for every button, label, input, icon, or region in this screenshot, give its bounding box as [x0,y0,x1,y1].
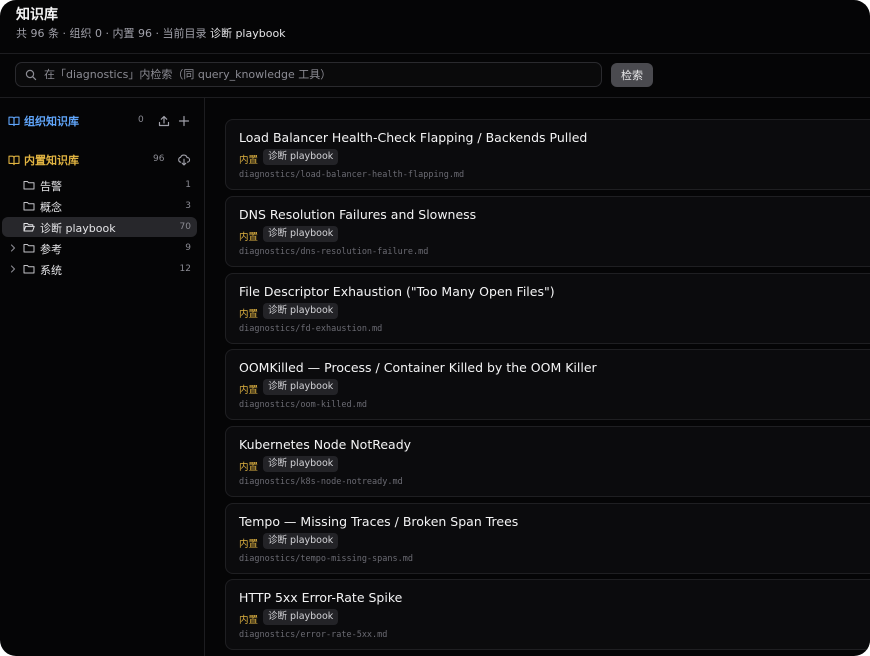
category-tag: 诊断 playbook [263,226,339,242]
folder-item-alerts[interactable]: 告警 1 [2,175,197,195]
document-card[interactable]: DNS Resolution Failures and Slowness 内置 … [225,196,870,267]
document-card[interactable]: Tempo — Missing Traces / Broken Span Tre… [225,503,870,574]
document-path: diagnostics/fd-exhaustion.md [239,324,383,334]
folder-icon [23,202,35,211]
book-icon [8,155,20,166]
document-title: Tempo — Missing Traces / Broken Span Tre… [239,514,519,529]
builtin-label: 内置 [239,155,259,166]
builtin-label: 内置 [239,462,259,473]
document-path: diagnostics/load-balancer-health-flappin… [239,170,465,180]
folder-open-icon [23,223,35,232]
upload-icon[interactable] [157,114,171,128]
stats-text: 共 96 条 · 组织 0 · 内置 96 · 当前目录 [16,27,207,40]
sidebar: 组织知识库 0 内置知识库 96 告警 1 概念 3 诊断 playbook 7… [0,98,205,656]
category-tag: 诊断 playbook [263,609,339,625]
document-title: HTTP 5xx Error-Rate Spike [239,590,403,605]
document-title: DNS Resolution Failures and Slowness [239,207,477,222]
document-path: diagnostics/oom-killed.md [239,400,367,410]
folder-name: 参考 [40,243,62,256]
page-subtitle: 共 96 条 · 组织 0 · 内置 96 · 当前目录 诊断 playbook [16,25,286,41]
folder-count: 9 [185,243,191,253]
document-card[interactable]: File Descriptor Exhaustion ("Too Many Op… [225,273,870,344]
category-tag: 诊断 playbook [263,379,339,395]
folder-name: 系统 [40,264,62,277]
org-kb-section[interactable]: 组织知识库 0 [0,110,204,132]
folder-item-reference[interactable]: 参考 9 [2,238,197,258]
folder-icon [23,265,35,274]
builtin-kb-count: 96 [153,154,165,164]
page-header: 知识库 共 96 条 · 组织 0 · 内置 96 · 当前目录 诊断 play… [0,0,870,54]
folder-count: 1 [185,180,191,190]
category-tag: 诊断 playbook [263,303,339,319]
chevron-right-icon[interactable] [8,243,18,253]
search-icon [25,69,37,81]
document-path: diagnostics/dns-resolution-failure.md [239,247,429,257]
search-input[interactable] [44,63,596,86]
folder-icon [23,244,35,253]
document-card[interactable]: OOMKilled — Process / Container Killed b… [225,349,870,420]
folder-name: 诊断 playbook [40,222,116,235]
category-tag: 诊断 playbook [263,533,339,549]
org-kb-count: 0 [138,115,144,125]
org-kb-label: 组织知识库 [24,115,79,128]
document-title: File Descriptor Exhaustion ("Too Many Op… [239,284,555,299]
book-icon [8,116,20,127]
folder-item-diagnostics[interactable]: 诊断 playbook 70 [2,217,197,237]
folder-name: 概念 [40,201,62,214]
folder-icon [23,181,35,190]
builtin-label: 内置 [239,232,259,243]
current-dir: 诊断 playbook [209,27,286,40]
builtin-kb-section[interactable]: 内置知识库 96 [0,149,204,171]
folder-count: 3 [185,201,191,211]
builtin-label: 内置 [239,385,259,396]
document-path: diagnostics/k8s-node-notready.md [239,477,403,487]
builtin-label: 内置 [239,309,259,320]
chevron-right-icon[interactable] [8,264,18,274]
folder-item-concepts[interactable]: 概念 3 [2,196,197,216]
document-card[interactable]: Kubernetes Node NotReady 内置 诊断 playbook … [225,426,870,497]
document-path: diagnostics/error-rate-5xx.md [239,630,388,640]
folder-count: 70 [179,222,191,232]
search-bar [15,62,602,87]
add-icon[interactable] [177,114,191,128]
document-path: diagnostics/tempo-missing-spans.md [239,554,413,564]
builtin-label: 内置 [239,615,259,626]
document-card[interactable]: Load Balancer Health-Check Flapping / Ba… [225,119,870,190]
folder-name: 告警 [40,180,62,193]
folder-count: 12 [179,264,191,274]
builtin-label: 内置 [239,539,259,550]
document-title: Load Balancer Health-Check Flapping / Ba… [239,130,588,145]
folder-item-system[interactable]: 系统 12 [2,259,197,279]
search-button[interactable]: 检索 [611,63,653,87]
document-title: Kubernetes Node NotReady [239,437,412,452]
category-tag: 诊断 playbook [263,456,339,472]
category-tag: 诊断 playbook [263,149,339,165]
page-title: 知识库 [16,7,58,23]
builtin-kb-label: 内置知识库 [24,154,79,167]
document-title: OOMKilled — Process / Container Killed b… [239,360,597,375]
cloud-download-icon[interactable] [177,153,191,167]
knowledge-base-window: 知识库 共 96 条 · 组织 0 · 内置 96 · 当前目录 诊断 play… [0,0,870,656]
document-card[interactable]: HTTP 5xx Error-Rate Spike 内置 诊断 playbook… [225,579,870,650]
